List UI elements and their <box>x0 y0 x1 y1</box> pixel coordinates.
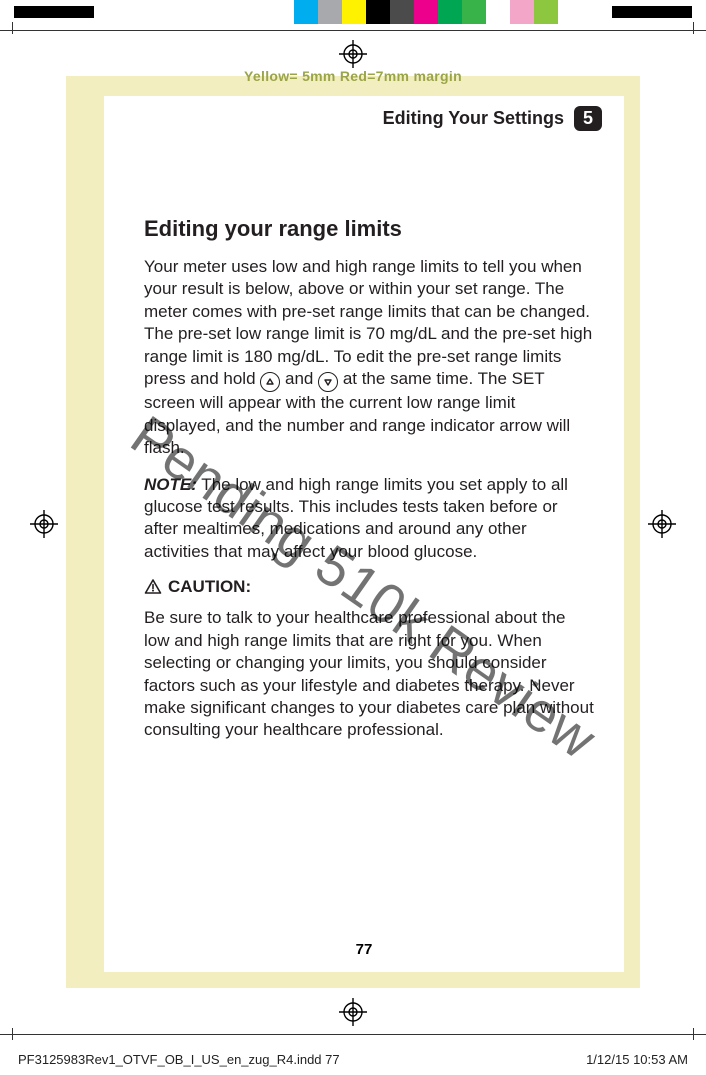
color-swatch <box>342 0 366 24</box>
slug-line: PF3125983Rev1_OTVF_OB_I_US_en_zug_R4.ind… <box>18 1052 688 1067</box>
colorbar-endcap-right <box>612 6 692 18</box>
up-arrow-button-icon <box>260 372 280 392</box>
running-head: Editing Your Settings 5 <box>383 106 602 131</box>
page-number: 77 <box>104 941 624 958</box>
section-heading: Editing your range limits <box>144 216 594 242</box>
color-swatch <box>510 0 534 24</box>
chapter-number-badge: 5 <box>574 106 602 131</box>
page-bleed-area: Yellow= 5mm Red=7mm margin Editing Your … <box>66 76 640 988</box>
body-content: Editing your range limits Your meter use… <box>144 216 594 756</box>
colorbar-endcap-left <box>14 6 94 18</box>
margin-note: Yellow= 5mm Red=7mm margin <box>66 68 640 84</box>
color-swatch <box>438 0 462 24</box>
slug-file: PF3125983Rev1_OTVF_OB_I_US_en_zug_R4.ind… <box>18 1052 340 1067</box>
trim-line-bottom <box>0 1034 706 1035</box>
slug-timestamp: 1/12/15 10:53 AM <box>586 1052 688 1067</box>
paragraph-text: The low and high range limits you set ap… <box>144 475 568 561</box>
color-swatches <box>294 0 582 24</box>
color-swatch <box>390 0 414 24</box>
color-swatch <box>558 0 582 24</box>
paragraph-text: and <box>285 369 318 388</box>
registration-mark-icon <box>339 40 367 68</box>
color-swatch <box>294 0 318 24</box>
crop-tick <box>12 1028 13 1040</box>
paragraph-intro: Your meter uses low and high range limit… <box>144 256 594 460</box>
caution-heading: CAUTION: <box>144 577 594 597</box>
color-swatch <box>366 0 390 24</box>
crop-tick <box>693 22 694 34</box>
color-swatch <box>462 0 486 24</box>
caution-label: CAUTION: <box>168 577 251 597</box>
color-swatch <box>486 0 510 24</box>
warning-triangle-icon <box>144 578 162 596</box>
color-swatch <box>534 0 558 24</box>
note-label: NOTE: <box>144 475 197 494</box>
trim-line-top <box>0 30 706 31</box>
paragraph-caution: Be sure to talk to your healthcare profe… <box>144 607 594 742</box>
color-swatch <box>414 0 438 24</box>
print-color-bar <box>0 0 706 24</box>
page-live-area: Editing Your Settings 5 Editing your ran… <box>104 96 624 972</box>
registration-mark-icon <box>648 510 676 538</box>
paragraph-note: NOTE: The low and high range limits you … <box>144 474 594 564</box>
down-arrow-button-icon <box>318 372 338 392</box>
crop-tick <box>12 22 13 34</box>
color-swatch <box>318 0 342 24</box>
running-head-title: Editing Your Settings <box>383 108 564 129</box>
registration-mark-icon <box>30 510 58 538</box>
crop-tick <box>693 1028 694 1040</box>
registration-mark-icon <box>339 998 367 1026</box>
